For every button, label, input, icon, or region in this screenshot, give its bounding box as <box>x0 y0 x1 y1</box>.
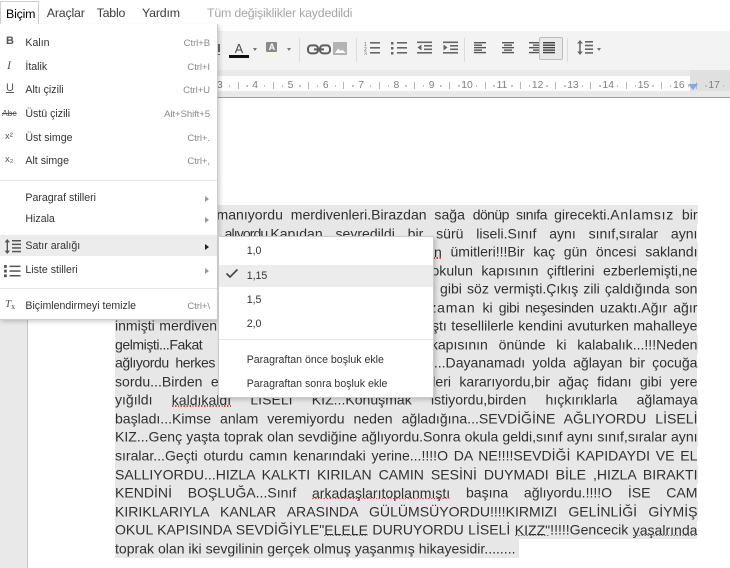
svg-text:3: 3 <box>364 52 367 56</box>
